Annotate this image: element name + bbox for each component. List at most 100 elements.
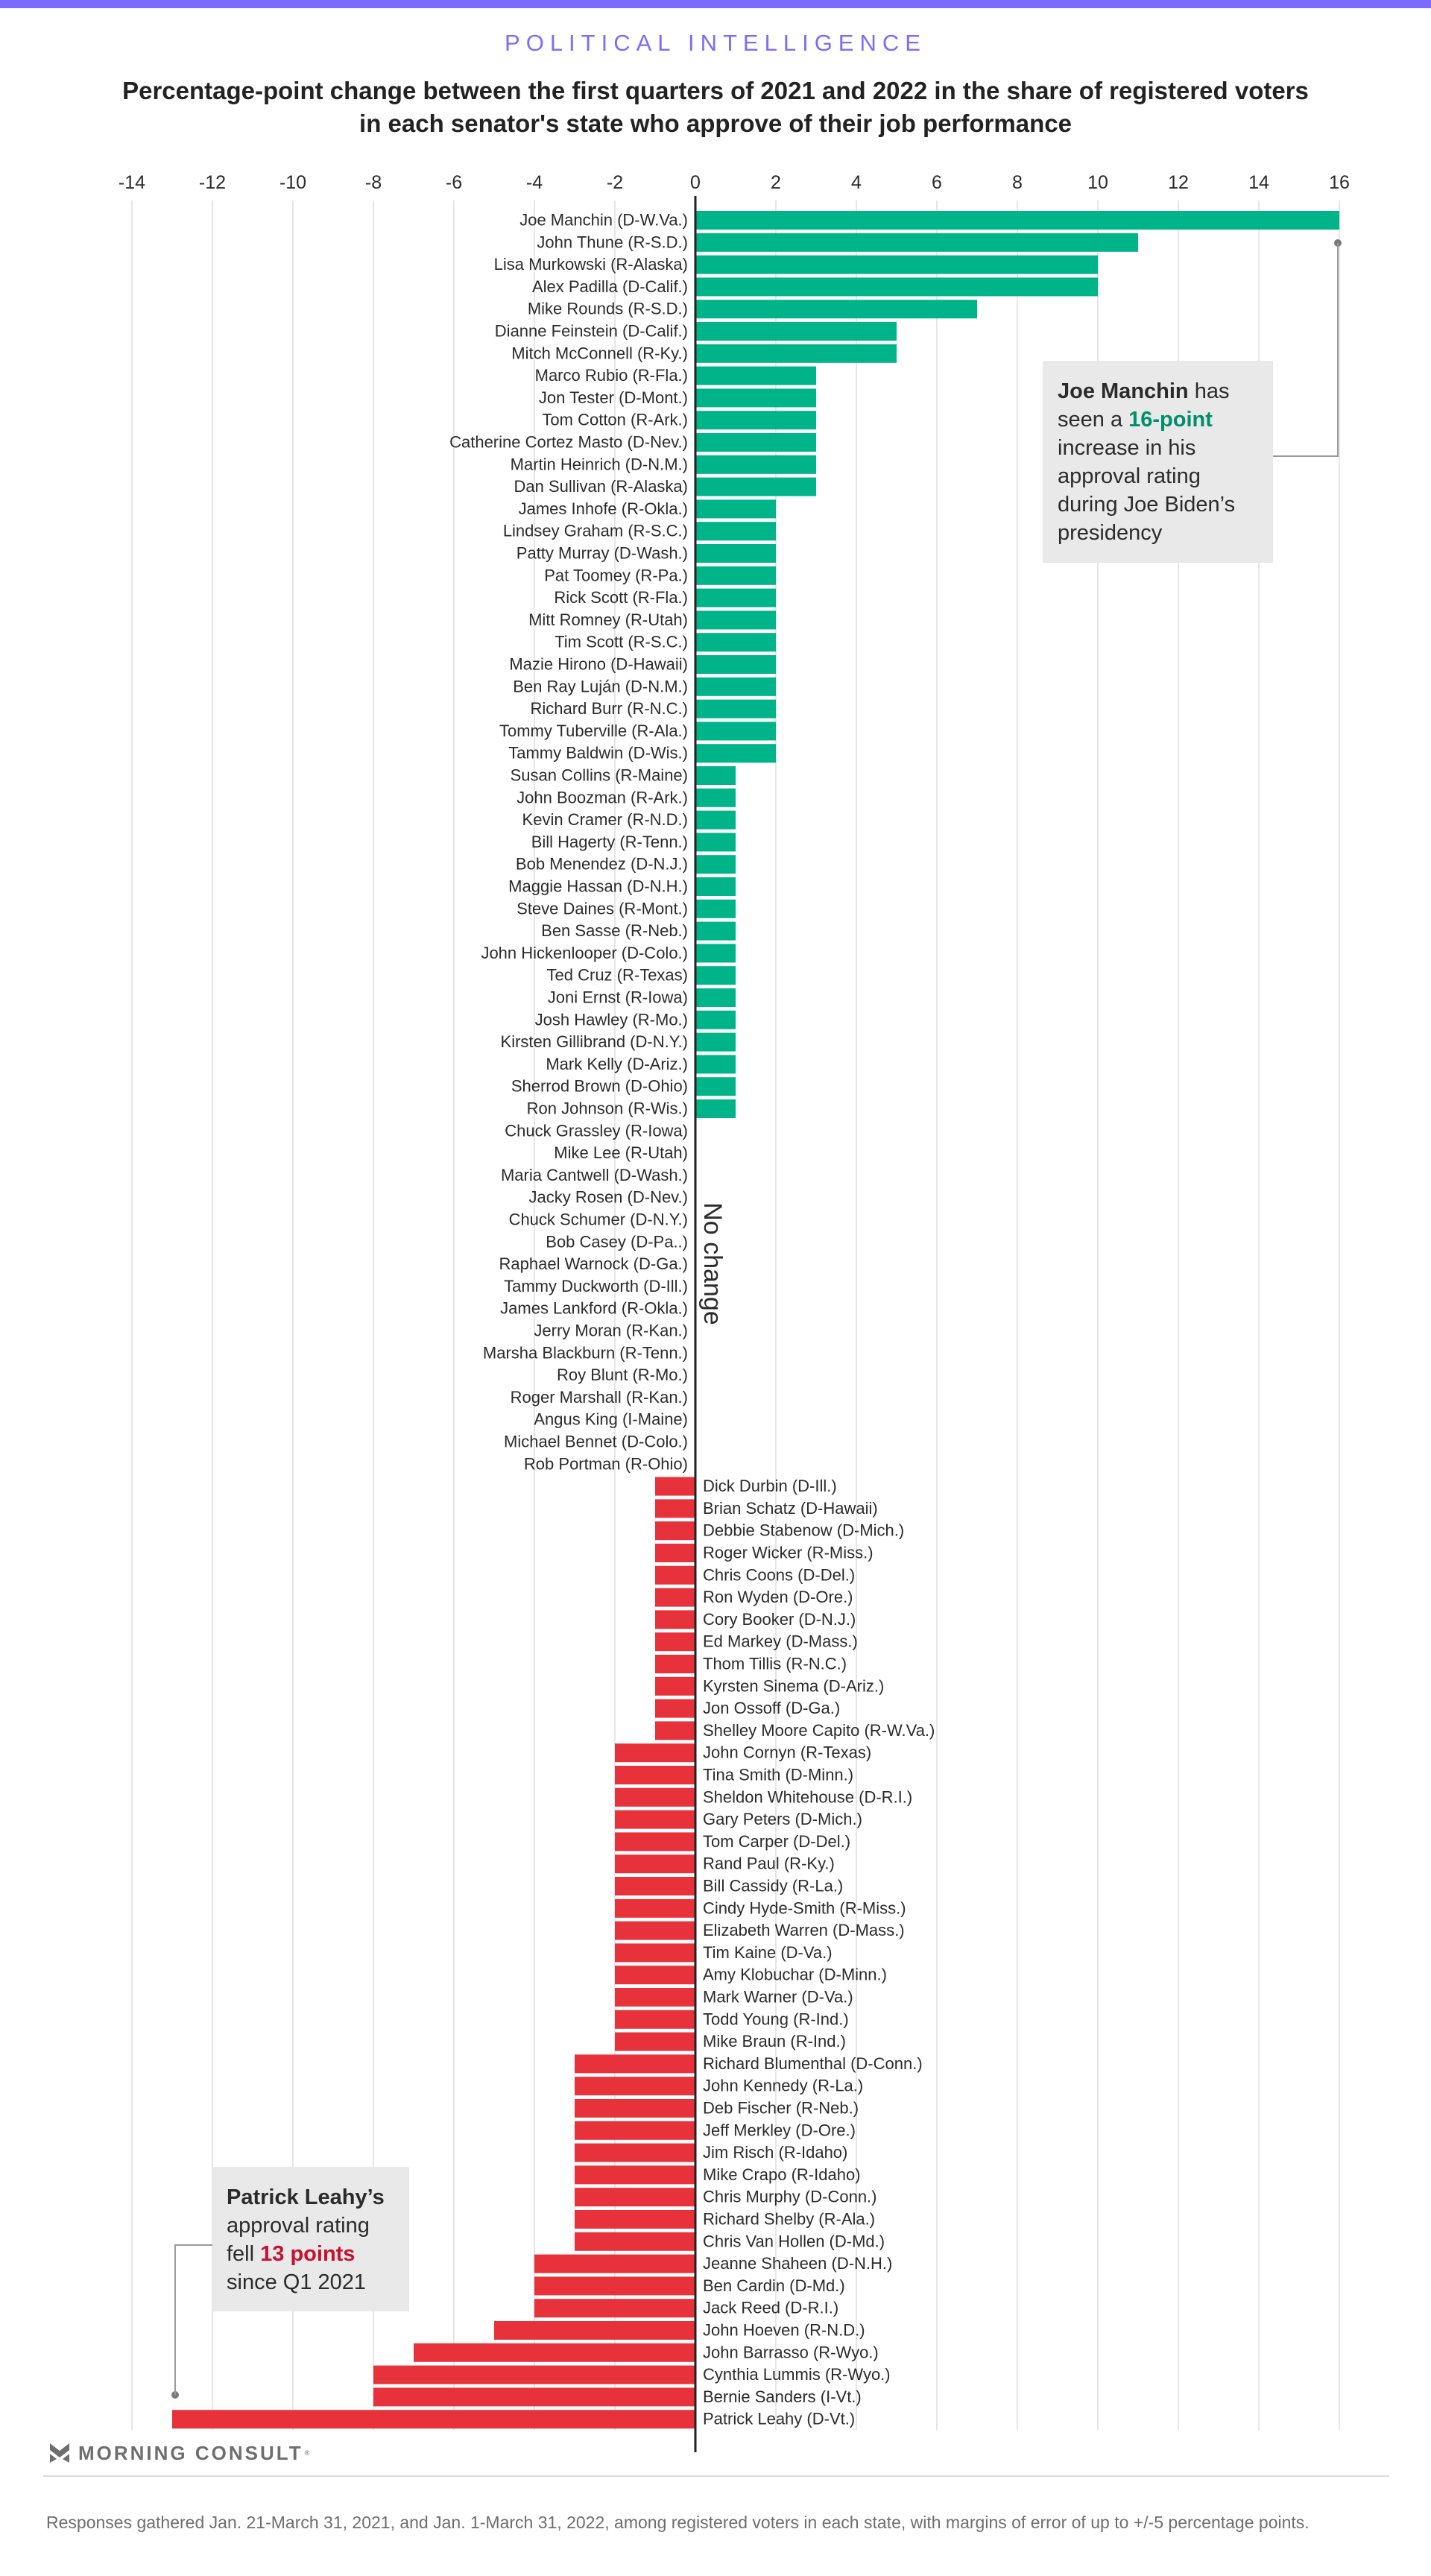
x-tick-label: -4 bbox=[526, 172, 543, 193]
bar bbox=[695, 499, 776, 519]
senator-label: Rob Portman (R-Ohio) bbox=[524, 1454, 688, 1473]
bar bbox=[615, 1787, 695, 1807]
senator-label: Kyrsten Sinema (D-Ariz.) bbox=[703, 1676, 884, 1695]
bar bbox=[695, 300, 977, 319]
x-tick-label: 12 bbox=[1168, 172, 1189, 193]
senator-label: Bill Hagerty (R-Tenn.) bbox=[531, 833, 688, 851]
x-tick-label: -2 bbox=[607, 172, 623, 193]
bar bbox=[695, 411, 816, 430]
bar bbox=[695, 477, 816, 496]
senator-label: Jeanne Shaheen (D-N.H.) bbox=[703, 2254, 892, 2273]
senator-label: Pat Toomey (R-Pa.) bbox=[544, 566, 688, 584]
senator-label: Maggie Hassan (D-N.H.) bbox=[508, 877, 688, 896]
x-tick-label: 14 bbox=[1248, 172, 1269, 193]
senator-label: John Thune (R-S.D.) bbox=[537, 233, 688, 251]
annotation-connectors bbox=[171, 239, 1342, 2399]
bar bbox=[695, 522, 776, 541]
bar bbox=[695, 544, 776, 563]
senator-label: John Hickenlooper (D-Colo.) bbox=[481, 944, 688, 962]
bar bbox=[695, 699, 776, 719]
bar bbox=[695, 388, 816, 408]
x-tick-label: -8 bbox=[365, 172, 382, 193]
senator-label: Catherine Cortez Masto (D-Nev.) bbox=[449, 433, 688, 452]
senator-label: Brian Schatz (D-Hawaii) bbox=[703, 1499, 878, 1518]
x-axis-ticks: -14 -12 -10 -8 -6 -4 -2 0 2 4 6 8 10 12 14 16 bbox=[119, 172, 1350, 193]
bar bbox=[695, 633, 776, 652]
x-tick-label: 4 bbox=[851, 172, 862, 193]
bar bbox=[655, 1544, 695, 1562]
bar bbox=[695, 966, 736, 985]
senator-label: Rick Scott (R-Fla.) bbox=[554, 588, 688, 607]
senator-label: John Kennedy (R-La.) bbox=[703, 2077, 863, 2095]
senator-label: Tom Cotton (R-Ark.) bbox=[542, 411, 688, 429]
connector-line bbox=[1273, 243, 1339, 457]
senator-label: Steve Daines (R-Mont.) bbox=[517, 899, 688, 918]
senator-label: Raphael Warnock (D-Ga.) bbox=[499, 1254, 688, 1273]
bar bbox=[575, 2054, 695, 2074]
senator-label: Jerry Moran (R-Kan.) bbox=[534, 1322, 688, 1340]
senator-label: Tim Kaine (D-Va.) bbox=[703, 1943, 833, 1962]
senator-label: John Cornyn (R-Texas) bbox=[703, 1743, 871, 1762]
bar bbox=[695, 655, 776, 674]
annotation-leahy: Patrick Leahy’s approval rating fell 13 … bbox=[212, 2167, 409, 2311]
bar bbox=[615, 2032, 695, 2051]
bar bbox=[615, 1966, 695, 1985]
senator-label: Ben Sasse (R-Neb.) bbox=[541, 921, 688, 940]
senator-label: Mike Crapo (R-Idaho) bbox=[703, 2165, 861, 2184]
bar bbox=[534, 2254, 695, 2273]
bar bbox=[575, 2165, 695, 2185]
bar bbox=[695, 944, 736, 963]
bar bbox=[655, 1721, 695, 1740]
senator-label: Patrick Leahy (D-Vt.) bbox=[703, 2410, 855, 2428]
senator-label: Roger Wicker (R-Miss.) bbox=[703, 1544, 874, 1562]
connector-line bbox=[174, 2244, 212, 2395]
bar bbox=[615, 1988, 695, 2007]
annotation-text-part: 13 points bbox=[260, 2242, 356, 2266]
bar bbox=[695, 610, 776, 630]
bar bbox=[615, 2010, 695, 2029]
senator-label: Dianne Feinstein (D-Calif.) bbox=[495, 322, 688, 341]
bar bbox=[695, 277, 1098, 297]
senator-label: Mike Lee (R-Utah) bbox=[554, 1143, 688, 1162]
bar bbox=[695, 1010, 736, 1029]
senator-label: Ron Wyden (D-Ore.) bbox=[703, 1588, 853, 1606]
bar bbox=[695, 566, 776, 585]
bar bbox=[615, 1854, 695, 1874]
x-tick-label: -12 bbox=[199, 172, 226, 193]
senator-label: Tina Smith (D-Minn.) bbox=[703, 1766, 853, 1784]
x-tick-label: -10 bbox=[279, 172, 306, 193]
senator-label: Bill Cassidy (R-La.) bbox=[703, 1877, 843, 1895]
bar bbox=[695, 810, 736, 830]
footer-divider bbox=[43, 2475, 1389, 2477]
bar bbox=[695, 988, 736, 1007]
bar bbox=[695, 899, 736, 918]
bar bbox=[695, 788, 736, 807]
bar bbox=[615, 1832, 695, 1852]
x-tick-label: 2 bbox=[771, 172, 781, 193]
senator-label: James Lankford (R-Okla.) bbox=[500, 1299, 688, 1318]
senator-label: Roger Marshall (R-Kan.) bbox=[511, 1388, 688, 1407]
bar bbox=[695, 211, 1339, 230]
senator-label: Amy Klobuchar (D-Minn.) bbox=[703, 1966, 887, 1984]
senator-label: Sheldon Whitehouse (D-R.I.) bbox=[703, 1787, 912, 1806]
bar bbox=[575, 2121, 695, 2140]
bar bbox=[655, 1521, 695, 1541]
annotation-text-part: 16-point bbox=[1128, 408, 1213, 432]
bar bbox=[575, 2188, 695, 2207]
senator-label: Debbie Stabenow (D-Mich.) bbox=[703, 1521, 904, 1540]
senator-label: Ben Cardin (D-Md.) bbox=[703, 2276, 845, 2295]
senator-label: Lisa Murkowski (R-Alaska) bbox=[494, 255, 688, 274]
bar bbox=[695, 921, 736, 941]
senator-label: Angus King (I-Maine) bbox=[534, 1410, 688, 1429]
senator-label: John Barrasso (R-Wyo.) bbox=[703, 2343, 879, 2361]
bar bbox=[695, 722, 776, 741]
senator-label: John Hoeven (R-N.D.) bbox=[703, 2321, 865, 2340]
senator-label: Chris Murphy (D-Conn.) bbox=[703, 2188, 877, 2206]
senator-label: Sherrod Brown (D-Ohio) bbox=[511, 1077, 688, 1096]
bar bbox=[695, 1077, 736, 1096]
senator-label: Ben Ray Luján (D-N.M.) bbox=[513, 677, 688, 695]
senator-label: Bob Menendez (D-N.J.) bbox=[516, 855, 688, 874]
senator-label: Tommy Tuberville (R-Ala.) bbox=[499, 722, 688, 740]
senator-label: Rand Paul (R-Ky.) bbox=[703, 1854, 835, 1873]
x-tick-label: -6 bbox=[446, 172, 462, 193]
